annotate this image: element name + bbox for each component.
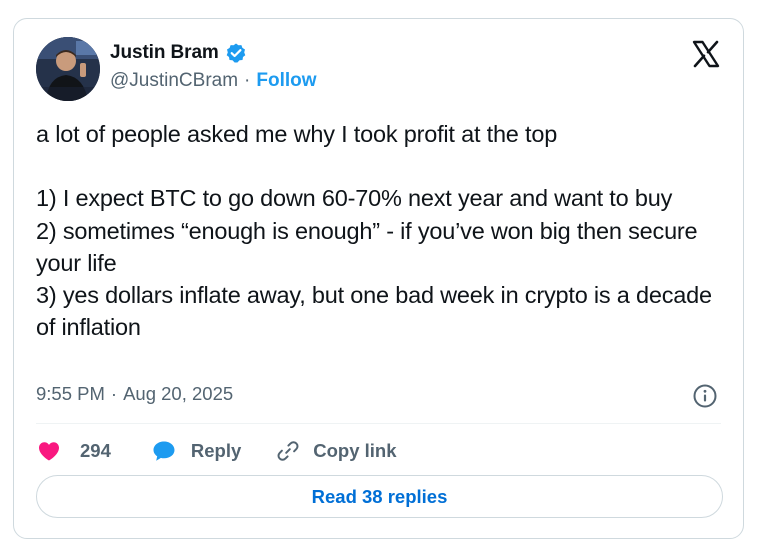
author-name-row: Justin Bram	[110, 42, 247, 64]
copy-link-label: Copy link	[313, 440, 397, 461]
reply-label: Reply	[190, 440, 242, 461]
copy-link-button[interactable]: Copy link	[275, 438, 397, 464]
read-replies-label: Read 38 replies	[311, 485, 448, 507]
info-icon[interactable]	[692, 383, 718, 409]
heart-icon	[36, 438, 62, 464]
author-handle-row: @JustinCBram · Follow	[110, 70, 317, 92]
link-icon	[275, 438, 301, 464]
reply-button[interactable]: Reply	[151, 438, 241, 464]
author-display-name[interactable]: Justin Bram	[110, 42, 219, 64]
tweet-line: 2) sometimes “enough is enough” - if you…	[36, 217, 698, 276]
like-count: 294	[80, 440, 111, 461]
x-logo-icon[interactable]	[691, 39, 721, 69]
tweet-date: Aug 20, 2025	[123, 383, 234, 404]
tweet-line-blank	[36, 150, 726, 182]
tweet-line: 1) I expect BTC to go down 60-70% next y…	[36, 185, 673, 212]
tweet-embed-card: Justin Bram @JustinCBram · Follow a lot …	[13, 18, 744, 539]
tweet-time: 9:55 PM	[36, 383, 105, 404]
author-handle[interactable]: @JustinCBram	[110, 70, 238, 92]
divider	[36, 423, 721, 424]
avatar-image	[36, 37, 100, 101]
verified-badge-icon	[225, 42, 247, 64]
read-replies-button[interactable]: Read 38 replies	[36, 475, 723, 518]
timestamp-separator: ·	[110, 383, 118, 404]
speech-bubble-icon	[151, 438, 177, 464]
avatar[interactable]	[36, 37, 100, 101]
tweet-text: a lot of people asked me why I took prof…	[36, 118, 726, 343]
handle-separator: ·	[244, 70, 251, 91]
tweet-line: 3) yes dollars inflate away, but one bad…	[36, 282, 712, 341]
follow-button[interactable]: Follow	[256, 70, 316, 92]
tweet-timestamp[interactable]: 9:55 PM · Aug 20, 2025	[36, 383, 233, 405]
tweet-actions: 294 Reply Copy link	[36, 433, 397, 469]
tweet-line: a lot of people asked me why I took prof…	[36, 121, 558, 147]
like-button[interactable]: 294	[36, 438, 111, 464]
